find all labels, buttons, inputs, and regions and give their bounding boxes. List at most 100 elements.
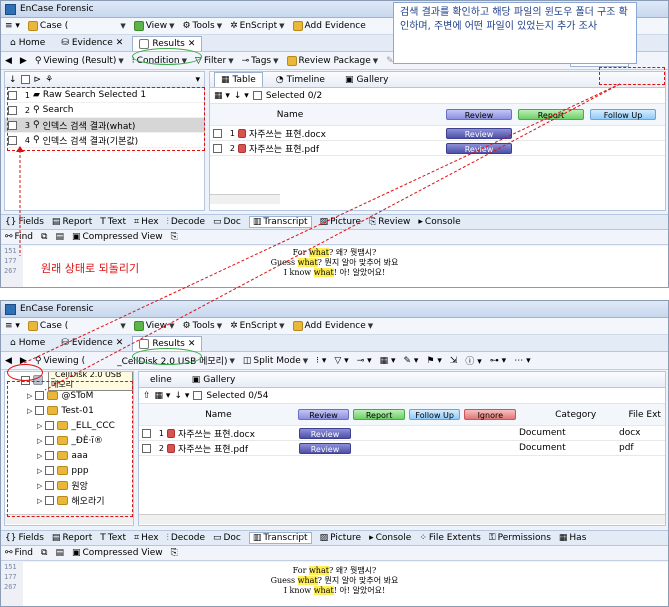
expand-icon[interactable]: ⊳	[34, 75, 42, 85]
back-button[interactable]: ◀	[5, 356, 12, 366]
folder-up-icon[interactable]: ⇧	[143, 391, 151, 401]
review-package-dropdown[interactable]: Review Package ▼	[286, 55, 378, 66]
find-button[interactable]: ⚯ Find	[5, 548, 33, 558]
detail-tab-text[interactable]: T Text	[100, 533, 126, 543]
tab-home[interactable]: ⌂ Home	[3, 336, 52, 351]
tab-timeline[interactable]: eline	[143, 372, 179, 387]
menu-case[interactable]: Case (▼	[27, 21, 126, 31]
detail-tab-doc[interactable]: ▭ Doc	[213, 533, 241, 543]
close-icon[interactable]: ✕	[188, 39, 196, 49]
back-button[interactable]: ◀	[5, 56, 12, 66]
detail-tab-review[interactable]: ⎘ Review	[369, 217, 410, 227]
sort-icon[interactable]: ↓ ▾	[174, 391, 189, 401]
menu-case[interactable]: Case (▼	[27, 321, 126, 331]
tag-icon[interactable]: ⊸ ▾	[357, 356, 372, 366]
select-all-checkbox[interactable]	[193, 391, 203, 400]
column-category[interactable]: Category	[526, 410, 625, 420]
search-results-icon[interactable]: ✎ ▾	[404, 356, 419, 366]
review-tag[interactable]: Review	[299, 427, 351, 439]
menu-add-evidence[interactable]: Add Evidence ▼	[292, 321, 373, 331]
tab-gallery[interactable]: ▣ Gallery	[185, 372, 243, 387]
row-checkbox[interactable]	[213, 143, 222, 153]
detail-tab-has[interactable]: ▦ Has	[559, 533, 587, 543]
review-tag[interactable]: Review	[299, 442, 351, 454]
tab-evidence[interactable]: ⛁ Evidence ✕	[54, 36, 130, 51]
menu-list-icon[interactable]: ≡ ▾	[5, 321, 20, 331]
find-button[interactable]: ⚯ Find	[5, 232, 33, 242]
grid-icon[interactable]: ▦ ▾	[214, 91, 230, 101]
copy-icon[interactable]: ⧉	[41, 232, 47, 242]
detail-tab-decode[interactable]: ⫶ Decode	[167, 217, 205, 227]
page-icon[interactable]: ▤	[55, 548, 64, 558]
select-all-checkbox[interactable]	[252, 91, 262, 100]
grid-icon[interactable]: ▦ ▾	[155, 391, 171, 401]
sort-icon[interactable]: ↓ ▾	[234, 91, 249, 101]
page-icon[interactable]: ▤	[55, 232, 64, 242]
table-row[interactable]: 1 자주쓰는 표현.docx Review Document docx	[139, 426, 665, 441]
column-ignore[interactable]: Ignore	[464, 409, 517, 420]
detail-tab-report[interactable]: ▤ Report	[52, 533, 92, 543]
select-all-checkbox[interactable]	[20, 75, 30, 84]
column-file-ext[interactable]: File Ext	[625, 410, 665, 420]
bookmark-icon[interactable]: ⚑ ▾	[426, 356, 441, 366]
tab-gallery[interactable]: ▣ Gallery	[338, 72, 396, 87]
detail-tab-fields[interactable]: {} Fields	[5, 217, 44, 227]
menu-view[interactable]: View ▼	[133, 321, 174, 331]
column-review[interactable]: Review	[446, 109, 512, 120]
viewing-dropdown[interactable]: ⚲ Viewing (Result) ▼	[35, 56, 124, 66]
table-row[interactable]: 1 자주쓰는 표현.docx Review	[210, 126, 665, 141]
column-follow-up[interactable]: Follow Up	[408, 409, 461, 420]
sort-icon[interactable]: ↓	[9, 75, 17, 85]
tab-evidence[interactable]: ⛁ Evidence ✕	[54, 336, 130, 351]
row-checkbox[interactable]	[142, 443, 151, 453]
detail-tab-fields[interactable]: {} Fields	[5, 533, 44, 543]
detail-tab-console[interactable]: ▸ Console	[369, 533, 411, 543]
tags-dropdown[interactable]: ⊸ Tags ▼	[242, 56, 279, 66]
copy-icon[interactable]: ⧉	[41, 548, 47, 558]
info-icon[interactable]: ⓘ ▾	[465, 354, 481, 367]
column-name[interactable]: Name	[139, 410, 298, 420]
detail-tab-picture[interactable]: ▨ Picture	[320, 533, 361, 543]
detail-tab-doc[interactable]: ▭ Doc	[213, 217, 241, 227]
detail-tab-console[interactable]: ▸ Console	[418, 217, 460, 227]
menu-list-icon[interactable]: ≡ ▾	[5, 21, 20, 31]
condition-icon[interactable]: ⁝ ▾	[316, 356, 326, 366]
tab-table[interactable]: ▦ Table	[214, 72, 263, 87]
close-icon[interactable]: ✕	[116, 38, 124, 48]
forward-button[interactable]: ▶	[20, 56, 27, 66]
compressed-view-button[interactable]: ▣ Compressed View	[72, 232, 163, 242]
go-to-file-icon[interactable]: ⇲	[450, 356, 458, 366]
detail-tab-hex[interactable]: ⌗ Hex	[134, 217, 159, 227]
detail-tab-decode[interactable]: ⫶ Decode	[167, 533, 205, 543]
more-icon[interactable]: ⋯ ▾	[514, 356, 530, 366]
detail-tab-permissions[interactable]: ⚿ Permissions	[489, 533, 551, 543]
chevron-down-icon[interactable]: ▾	[195, 75, 200, 85]
review-tag[interactable]: Review	[446, 142, 512, 154]
table-row[interactable]: 2 자주쓰는 표현.pdf Review	[210, 141, 665, 156]
menu-tools[interactable]: ⚙ Tools ▼	[182, 21, 222, 31]
column-follow-up[interactable]: Follow Up	[590, 109, 656, 120]
menu-enscript[interactable]: ✲ EnScript ▼	[230, 21, 284, 31]
close-icon[interactable]: ✕	[116, 338, 124, 348]
horizontal-scrollbar[interactable]	[210, 194, 280, 204]
export-icon[interactable]: ⎘	[171, 548, 178, 558]
table-row[interactable]: 2 자주쓰는 표현.pdf Review Document pdf	[139, 441, 665, 456]
export-icon[interactable]: ⎘	[171, 232, 178, 242]
row-checkbox[interactable]	[213, 128, 222, 138]
detail-tab-file-extents[interactable]: ⁘ File Extents	[419, 533, 480, 543]
funnel-icon[interactable]: ▽ ▾	[334, 356, 348, 366]
column-report[interactable]: Report	[518, 109, 584, 120]
detail-tab-text[interactable]: T Text	[100, 217, 126, 227]
tab-home[interactable]: ⌂ Home	[3, 36, 52, 51]
menu-enscript[interactable]: ✲ EnScript ▼	[230, 321, 284, 331]
review-tag[interactable]: Review	[446, 127, 512, 139]
horizontal-scrollbar[interactable]	[139, 514, 665, 524]
detail-tab-transcript[interactable]: ▥ Transcript	[248, 216, 312, 228]
menu-view[interactable]: View ▼	[133, 21, 174, 31]
compressed-view-button[interactable]: ▣ Compressed View	[72, 548, 163, 558]
row-checkbox[interactable]	[142, 428, 151, 438]
package-icon[interactable]: ▦ ▾	[380, 356, 396, 366]
detail-tab-picture[interactable]: ▨ Picture	[320, 217, 361, 227]
tree-icon[interactable]: ⊶ ▾	[490, 356, 506, 366]
menu-tools[interactable]: ⚙ Tools ▼	[182, 321, 222, 331]
